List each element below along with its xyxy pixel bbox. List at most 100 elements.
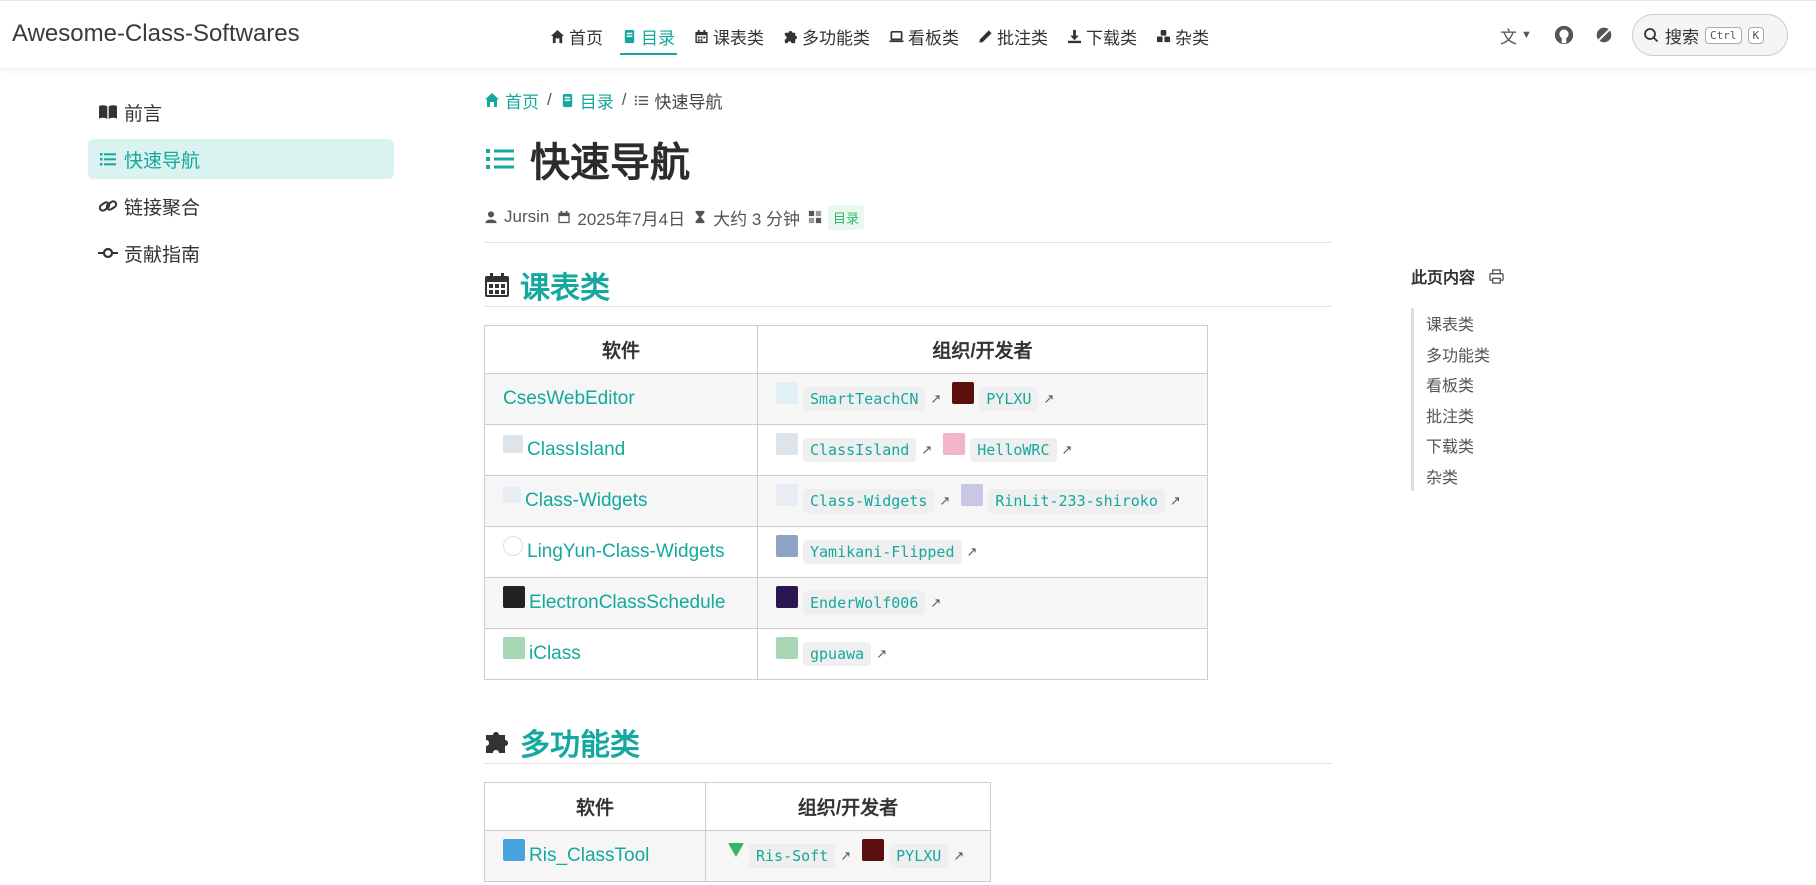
nav-link-download[interactable]: 下载类 <box>1067 23 1137 49</box>
nav-right-tools: 文 ▼ 搜索 Ctrl K <box>1496 14 1788 56</box>
software-link[interactable]: ElectronClassSchedule <box>503 586 739 614</box>
theme-toggle[interactable] <box>1592 23 1616 47</box>
search-icon <box>1644 28 1659 43</box>
schedule-table: 软件 组织/开发者 CsesWebEditor SmartTeachCN ↗ PY… <box>484 325 1208 680</box>
external-link-icon: ↗ <box>953 848 965 863</box>
meta-reading-time: 大约 3 分钟 <box>693 205 800 230</box>
developer-link[interactable]: Ris-Soft <box>749 844 836 868</box>
external-link-icon: ↗ <box>1169 493 1181 508</box>
nav-link-misc[interactable]: 杂类 <box>1156 23 1209 49</box>
software-name: Class-Widgets <box>525 490 648 511</box>
github-icon <box>1554 25 1574 45</box>
meta-author: Jursin <box>484 207 549 227</box>
avatar-icon <box>943 433 966 455</box>
app-logo-icon <box>503 487 521 503</box>
language-switch[interactable]: 文 ▼ <box>1496 23 1536 47</box>
sidebar-item-links[interactable]: 链接聚合 <box>88 186 394 226</box>
puzzle-icon <box>784 30 797 43</box>
table-row: iClass gpuawa ↗ <box>484 628 1208 680</box>
avatar-icon <box>728 843 744 857</box>
software-name: ElectronClassSchedule <box>529 592 726 613</box>
breadcrumb-home[interactable]: 首页 <box>484 88 539 113</box>
link-icon <box>98 200 118 212</box>
breadcrumb-toc[interactable]: 目录 <box>560 88 614 113</box>
sidebar-item-label: 贡献指南 <box>124 244 201 266</box>
chevron-down-icon: ▼ <box>1521 29 1532 41</box>
developer-link[interactable]: SmartTeachCN <box>803 387 926 411</box>
software-name: iClass <box>529 643 581 664</box>
page-meta: Jursin 2025年7月4日 大约 3 分钟 目录 <box>484 204 1332 230</box>
page-title-text: 快速导航 <box>530 141 690 185</box>
hourglass-icon <box>695 210 705 224</box>
sidebar-item-contribute[interactable]: 贡献指南 <box>88 233 394 273</box>
developer-link[interactable]: Yamikani-Flipped <box>803 540 962 564</box>
developer-link[interactable]: ClassIsland <box>803 438 917 462</box>
site-brand[interactable]: Awesome-Class-Softwares <box>12 20 300 48</box>
sidebar-item-preface[interactable]: 前言 <box>88 92 394 132</box>
avatar-icon <box>776 484 798 506</box>
toc-item[interactable]: 下载类 <box>1426 430 1611 461</box>
developer-link[interactable]: EnderWolf006 <box>803 591 926 615</box>
meta-date: 2025年7月4日 <box>557 205 685 230</box>
software-link[interactable]: Class-Widgets <box>503 487 739 512</box>
toc-item[interactable]: 批注类 <box>1426 400 1611 431</box>
developer-link[interactable]: PYLXU <box>889 844 949 868</box>
table-row: LingYun-Class-Widgets Yamikani-Flipped ↗ <box>484 526 1208 578</box>
table-row: Ris_ClassTool Ris-Soft ↗ PYLXU ↗ <box>484 830 991 882</box>
toc-item[interactable]: 课表类 <box>1426 308 1611 339</box>
external-link-icon: ↗ <box>840 848 852 863</box>
main-content: 首页 / 目录 / 快速导航 快速导航 Jursin 2025年7月4日 大约 … <box>484 86 1332 882</box>
translate-icon: 文 <box>1500 27 1518 47</box>
meta-reading-time-text: 大约 3 分钟 <box>713 209 800 229</box>
sidebar-item-quicknav[interactable]: 快速导航 <box>88 139 394 179</box>
toc-item[interactable]: 杂类 <box>1426 461 1611 492</box>
top-navbar: Awesome-Class-Softwares 首页 目录 课表类 多功能类 看… <box>0 0 1816 68</box>
category-tag[interactable]: 目录 <box>828 204 865 230</box>
avatar-icon <box>776 535 798 557</box>
breadcrumb: 首页 / 目录 / 快速导航 <box>484 86 1332 114</box>
sidebar-item-label: 前言 <box>124 103 163 125</box>
calendar-icon <box>695 29 708 43</box>
multi-table: 软件 组织/开发者 Ris_ClassTool Ris-Soft ↗ PYLXU ↗ <box>484 782 991 882</box>
toc-item[interactable]: 看板类 <box>1426 369 1611 400</box>
developer-link[interactable]: PYLXU <box>979 387 1039 411</box>
nav-link-multi[interactable]: 多功能类 <box>783 23 870 49</box>
search-button[interactable]: 搜索 Ctrl K <box>1632 14 1788 56</box>
page-toc: 此页内容 课表类 多功能类 看板类 批注类 下载类 杂类 <box>1411 264 1611 491</box>
print-icon[interactable] <box>1489 268 1504 284</box>
software-link[interactable]: ClassIsland <box>503 435 739 461</box>
table-row: CsesWebEditor SmartTeachCN ↗ PYLXU ↗ <box>484 373 1208 425</box>
sidebar-item-label: 快速导航 <box>124 150 201 172</box>
nav-link-toc[interactable]: 目录 <box>620 23 677 55</box>
software-link[interactable]: Ris_ClassTool <box>503 839 687 867</box>
software-link[interactable]: CsesWebEditor <box>503 388 739 410</box>
section-title-text: 多功能类 <box>520 728 640 762</box>
toc-list: 课表类 多功能类 看板类 批注类 下载类 杂类 <box>1411 308 1611 491</box>
nav-link-schedule[interactable]: 课表类 <box>694 23 764 49</box>
software-link[interactable]: LingYun-Class-Widgets <box>503 536 739 563</box>
avatar-icon <box>776 637 798 659</box>
book-icon <box>624 29 635 43</box>
developer-link[interactable]: gpuawa <box>803 642 872 666</box>
app-logo-icon <box>503 435 523 453</box>
table-header-developer: 组织/开发者 <box>705 782 991 831</box>
list-icon <box>486 149 514 169</box>
calendar-icon <box>485 272 509 297</box>
nav-link-home[interactable]: 首页 <box>550 23 603 49</box>
external-link-icon: ↗ <box>930 595 942 610</box>
nav-link-label: 课表类 <box>713 28 764 48</box>
meta-category: 目录 <box>808 204 865 230</box>
toc-item[interactable]: 多功能类 <box>1426 339 1611 370</box>
nav-link-annotate[interactable]: 批注类 <box>978 23 1048 49</box>
developer-link[interactable]: RinLit-233-shiroko <box>988 489 1165 513</box>
nav-link-board[interactable]: 看板类 <box>889 23 959 49</box>
nav-link-label: 批注类 <box>997 28 1048 48</box>
section-title-multi: 多功能类 <box>484 720 1332 764</box>
developer-link[interactable]: HelloWRC <box>970 438 1057 462</box>
nav-link-label: 下载类 <box>1086 28 1137 48</box>
software-link[interactable]: iClass <box>503 637 739 665</box>
external-link-icon: ↗ <box>1043 391 1055 406</box>
github-link[interactable] <box>1552 23 1576 47</box>
developer-link[interactable]: Class-Widgets <box>803 489 935 513</box>
software-name: LingYun-Class-Widgets <box>527 541 725 562</box>
